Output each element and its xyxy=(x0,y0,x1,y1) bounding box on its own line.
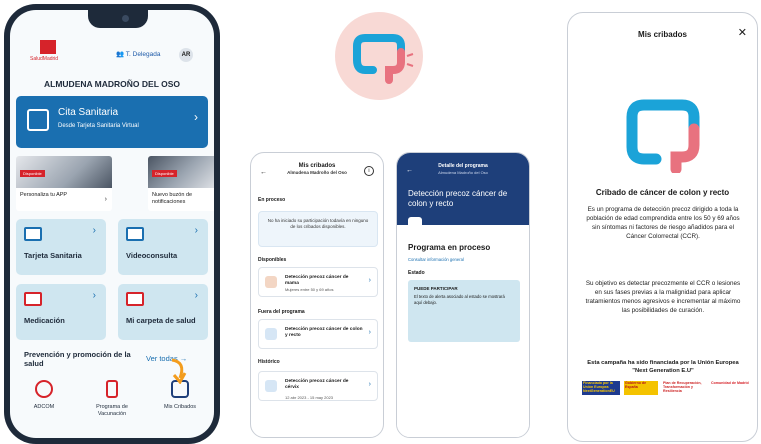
promo-tag: Disponible xyxy=(20,170,45,177)
tile-label: Tarjeta Sanitaria xyxy=(24,251,82,260)
phone-cribado-info: Mis cribados ✕ Cribado de cáncer de colo… xyxy=(567,12,758,442)
pills-icon xyxy=(24,292,42,306)
tile-tarjeta-sanitaria[interactable]: › Tarjeta Sanitaria xyxy=(16,219,106,275)
funding-note: Esta campaña ha sido financiada por la U… xyxy=(587,360,739,375)
tile-videoconsulta[interactable]: › Videoconsulta xyxy=(118,219,208,275)
avatar[interactable]: AR xyxy=(179,48,193,62)
tile-mi-carpeta[interactable]: › Mi carpeta de salud xyxy=(118,284,208,340)
empty-state-card: No ha iniciado su participación todavía … xyxy=(258,211,378,247)
promo-card-buzon[interactable]: Disponible Nuevo buzón de notificaciones xyxy=(148,156,214,211)
cita-subtitle: Desde Tarjeta Sanitaria Virtual xyxy=(58,123,139,129)
comunidad-madrid-logo: Comunidad de Madrid xyxy=(711,381,749,385)
promo-label: Personaliza tu APP xyxy=(20,192,68,198)
phone-notch xyxy=(88,10,148,28)
chevron-right-icon: › xyxy=(104,196,107,203)
colon-illustration xyxy=(626,99,700,173)
home-screen: SaludMadrid 👥 T. Delegada AR ALMUDENA MA… xyxy=(10,10,214,438)
list-item-colon[interactable]: Detección precoz cáncer de colon y recto… xyxy=(258,319,378,349)
delegate-link[interactable]: 👥 T. Delegada xyxy=(116,50,161,58)
section-disponibles: Disponibles xyxy=(258,257,287,263)
consult-info-link[interactable]: Consultar información general xyxy=(408,257,464,262)
folder-heart-icon xyxy=(126,292,144,306)
shortcut-label: Programa de Vacunación xyxy=(96,404,128,418)
chevron-right-icon: › xyxy=(194,290,198,301)
status-title: Programa en proceso xyxy=(408,243,491,252)
status-box: PUEDE PARTICIPAR El texto de alerta asoc… xyxy=(408,280,520,342)
id-card-icon xyxy=(24,227,42,241)
info-paragraph: Es un programa de detección precoz dirig… xyxy=(586,206,740,241)
prevention-title: Prevención y promoción de la salud xyxy=(24,350,131,369)
woman-icon xyxy=(265,276,277,288)
colon-medallion xyxy=(335,12,423,100)
chevron-right-icon: › xyxy=(368,277,371,284)
section-fuera: Fuera del programa xyxy=(258,309,305,315)
close-icon[interactable]: ✕ xyxy=(738,26,747,39)
page-title: Mis cribados xyxy=(638,30,687,39)
list-item-mama[interactable]: Detección precoz cáncer de mama Mujeres … xyxy=(258,267,378,297)
delegate-label: T. Delegada xyxy=(125,51,161,58)
header-subtitle: Almudena Madroño del Oso xyxy=(438,170,488,175)
logo-text: SaludMadrid xyxy=(30,56,59,62)
colon-icon xyxy=(265,328,277,340)
program-title: Detección precoz cáncer de colon y recto xyxy=(408,189,508,209)
shortcut-adcom[interactable]: ADCOM xyxy=(14,380,74,411)
section-en-proceso: En proceso xyxy=(258,197,286,203)
shortcut-vacunacion[interactable]: Programa de Vacunación xyxy=(82,380,142,418)
page-title: Mis cribados xyxy=(298,163,336,169)
phone-detalle-programa: ← Detalle del programa Almudena Madroño … xyxy=(396,152,530,438)
list-item-cervix[interactable]: Detección precoz cáncer de cérvix 12 abr… xyxy=(258,371,378,401)
phone-mis-cribados: ← Mis cribados Almudena Madroño del Oso … xyxy=(250,152,384,438)
item-title: Detección precoz cáncer de mama xyxy=(285,275,349,287)
tile-medicacion[interactable]: › Medicación xyxy=(16,284,106,340)
item-subtitle: 12 abr 2023 - 15 may 2023 xyxy=(285,395,334,400)
uterus-icon xyxy=(265,380,277,392)
item-title: Detección precoz cáncer de cérvix xyxy=(285,379,349,391)
chevron-right-icon: › xyxy=(92,290,96,301)
shortcut-label: Mis Cribados xyxy=(163,404,197,410)
chevron-right-icon: › xyxy=(194,225,198,236)
tile-label: Mi carpeta de salud xyxy=(126,316,196,325)
colon-icon xyxy=(408,217,422,231)
colon-icon xyxy=(353,34,414,84)
eu-logo: Financiado por la Unión Europea NextGene… xyxy=(582,381,620,395)
empty-state-text: No ha iniciado su participación todavía … xyxy=(267,218,369,230)
status-box-text: El texto de alerta asociado al estado se… xyxy=(414,294,505,305)
state-label: Estado xyxy=(408,270,425,276)
salud-madrid-logo: SaludMadrid xyxy=(30,40,58,66)
tile-label: Medicación xyxy=(24,316,65,325)
vaccine-icon xyxy=(106,380,118,398)
document-icon xyxy=(35,380,53,398)
section-historico: Histórico xyxy=(258,359,280,365)
tile-label: Videoconsulta xyxy=(126,251,178,260)
recovery-plan-logo: Plan de Recuperación, Transformación y R… xyxy=(663,381,702,393)
patient-name: ALMUDENA MADROÑO DEL OSO xyxy=(44,79,180,89)
funding-logos: Financiado por la Unión Europea NextGene… xyxy=(582,381,750,395)
camera-icon xyxy=(122,15,129,22)
chevron-right-icon: › xyxy=(368,329,371,336)
promo-card-personaliza[interactable]: Disponible Personaliza tu APP › xyxy=(16,156,112,211)
logo-mark-icon xyxy=(40,40,56,54)
info-paragraph: Su objetivo es detectar precozmente el C… xyxy=(585,280,741,315)
header-title: Detalle del programa xyxy=(438,163,488,169)
chevron-right-icon: › xyxy=(92,225,96,236)
calendar-icon xyxy=(27,109,49,131)
status-box-title: PUEDE PARTICIPAR xyxy=(414,286,458,291)
video-icon xyxy=(126,227,144,241)
shortcut-label: ADCOM xyxy=(33,404,55,410)
info-heading: Cribado de cáncer de colon y recto xyxy=(595,188,730,197)
item-title: Detección precoz cáncer de colon y recto xyxy=(285,327,363,339)
info-icon[interactable]: i xyxy=(364,166,374,176)
promo-label: Nuevo buzón de notificaciones xyxy=(152,192,193,205)
chevron-right-icon: › xyxy=(368,381,371,388)
item-subtitle: Mujeres entre 50 y 69 años xyxy=(285,287,334,292)
cita-sanitaria-card[interactable]: Cita Sanitaria Desde Tarjeta Sanitaria V… xyxy=(16,96,208,148)
promo-tag: Disponible xyxy=(152,170,177,177)
shortcut-mis-cribados[interactable]: Mis Cribados xyxy=(150,380,210,411)
spain-logo: Gobierno de España xyxy=(624,381,658,395)
phone-home: SaludMadrid 👥 T. Delegada AR ALMUDENA MA… xyxy=(4,4,220,444)
pointer-arrow-icon xyxy=(171,358,187,384)
chevron-right-icon: › xyxy=(194,110,198,124)
cita-title: Cita Sanitaria xyxy=(58,107,119,118)
